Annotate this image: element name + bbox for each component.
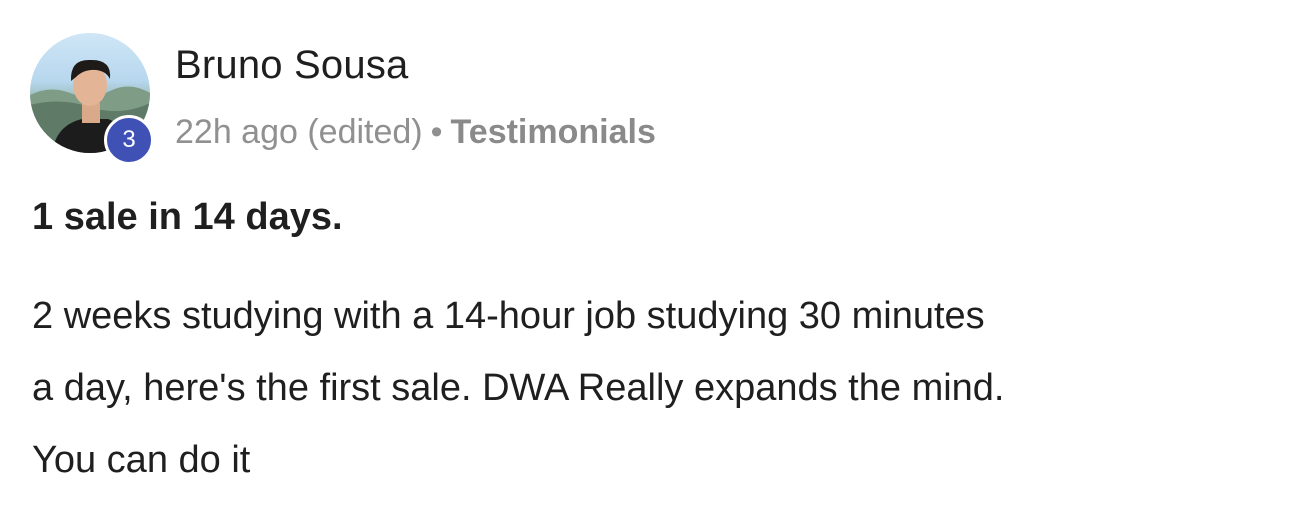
- author-avatar-wrapper[interactable]: 3: [30, 33, 154, 165]
- post-title: 1 sale in 14 days.: [32, 196, 343, 238]
- post-timestamp[interactable]: 22h ago (edited): [175, 113, 423, 151]
- meta-separator: •: [430, 113, 443, 151]
- level-badge: 3: [104, 115, 154, 165]
- post-body-line: You can do it: [32, 439, 251, 481]
- post-body-line: 2 weeks studying with a 14-hour job stud…: [32, 295, 985, 337]
- post-card: 3 Bruno Sousa 22h ago (edited) • Testimoni…: [0, 0, 1290, 518]
- post-category[interactable]: Testimonials: [451, 113, 656, 151]
- post-body: 2 weeks studying with a 14-hour job stud…: [32, 280, 1262, 496]
- post-body-line: a day, here's the first sale. DWA Really…: [32, 367, 1005, 409]
- author-name[interactable]: Bruno Sousa: [175, 43, 408, 88]
- post-meta: 22h ago (edited) • Testimonials: [175, 113, 656, 152]
